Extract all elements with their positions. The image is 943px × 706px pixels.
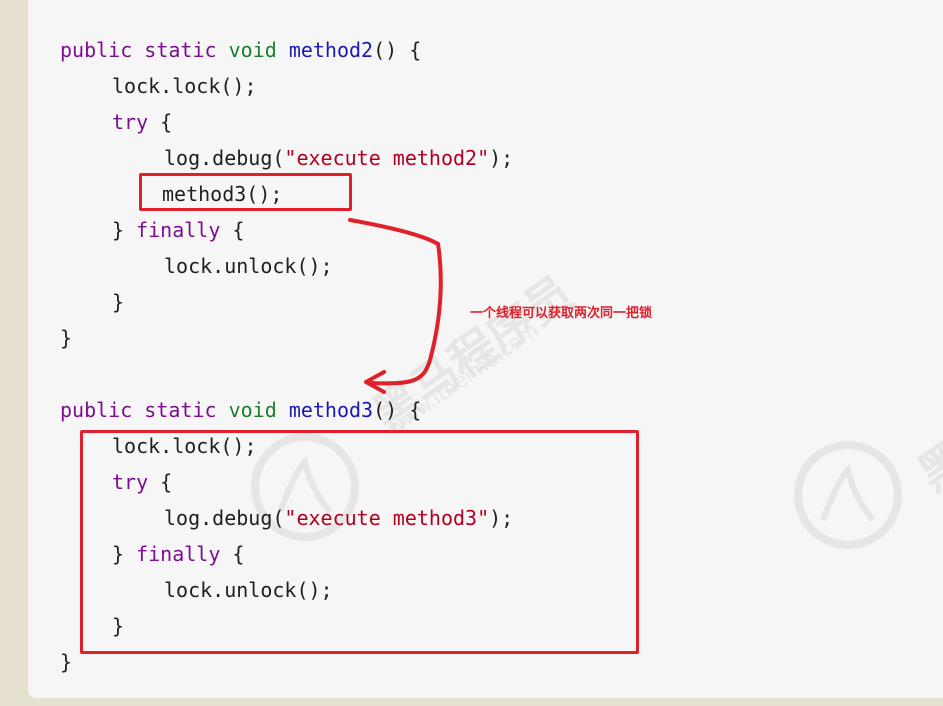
- method3-signature: public static void method3() {: [60, 398, 422, 422]
- method2-signature: public static void method2() {: [60, 38, 422, 62]
- method3-close: }: [60, 650, 73, 674]
- method2-finally: } finally {: [112, 218, 245, 242]
- method2-finally-close: }: [112, 290, 125, 314]
- method2-unlock-call: lock.unlock();: [164, 254, 333, 278]
- method2-try: try {: [112, 110, 173, 134]
- method2-lock-call: lock.lock();: [112, 74, 257, 98]
- method3-body-highlight-box: [80, 430, 639, 654]
- reentrant-lock-annotation: 一个线程可以获取两次同一把锁: [470, 306, 653, 321]
- method3-call-highlight-box: [139, 173, 352, 211]
- method2-close: }: [60, 326, 73, 350]
- method2-log-call: log.debug("execute method2");: [164, 146, 514, 170]
